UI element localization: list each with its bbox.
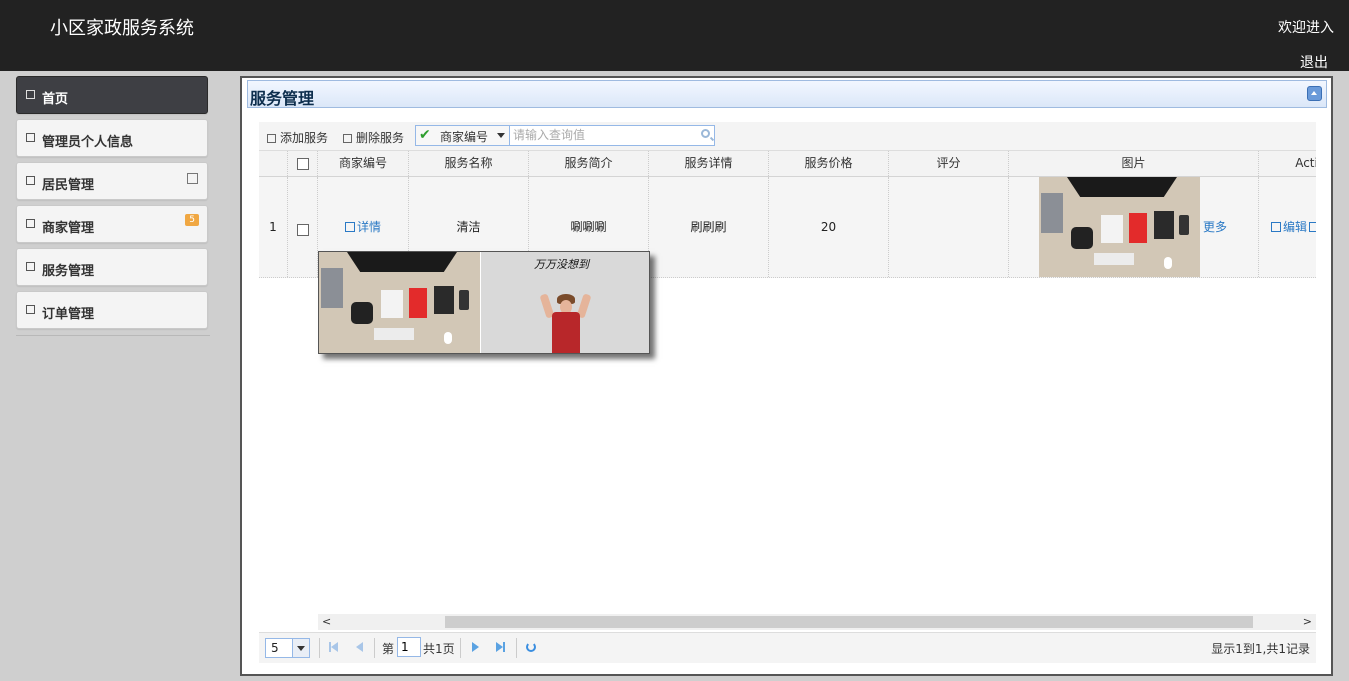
panel-header: 服务管理 xyxy=(247,80,1327,108)
row-number: 1 xyxy=(259,177,288,277)
grid-toolbar: 添加服务 删除服务 ✔ 商家编号 xyxy=(259,122,1316,151)
sidebar-item-label: 居民管理 xyxy=(42,178,95,193)
page-size-select[interactable]: 5 xyxy=(265,638,310,658)
sidebar-item-orders[interactable]: 订单管理 xyxy=(16,291,208,329)
last-page-icon[interactable] xyxy=(493,640,507,654)
detail-icon xyxy=(344,222,355,232)
detail-link[interactable]: 详情 xyxy=(344,220,381,234)
detail-link-label: 详情 xyxy=(356,220,381,234)
sidebar-item-residents[interactable]: 居民管理 xyxy=(16,162,208,200)
price-cell: 20 xyxy=(769,177,889,277)
service-panel: 服务管理 添加服务 删除服务 ✔ 商家编号 请输入查询值 商家编号 服务名称 服… xyxy=(240,76,1333,676)
search-icon[interactable] xyxy=(701,129,710,138)
action-cell: 编辑 xyxy=(1259,177,1316,277)
service-detail-cell: 刷刷刷 xyxy=(649,177,769,277)
menu-icon xyxy=(26,90,35,99)
column-header[interactable]: 服务简介 xyxy=(529,151,649,176)
first-page-icon[interactable] xyxy=(327,640,341,654)
sidebar-item-label: 商家管理 xyxy=(42,221,95,236)
refresh-icon[interactable] xyxy=(524,640,538,654)
app-title: 小区家政服务系统 xyxy=(50,18,194,39)
column-header[interactable]: 评分 xyxy=(889,151,1009,176)
chevron-down-icon[interactable] xyxy=(292,639,309,657)
scroll-right-icon[interactable]: > xyxy=(1303,615,1312,628)
sidebar-item-services[interactable]: 服务管理 xyxy=(16,248,208,286)
pager-divider xyxy=(374,638,375,658)
search-box: ✔ 商家编号 xyxy=(415,125,715,146)
prev-page-icon[interactable] xyxy=(352,640,366,654)
pager-divider xyxy=(460,638,461,658)
select-all-header xyxy=(288,151,318,176)
menu-icon xyxy=(26,133,35,142)
menu-icon xyxy=(26,262,35,271)
edit-link[interactable]: 编辑 xyxy=(1271,177,1307,277)
image-preview-tooltip: 万万没想到 xyxy=(318,251,650,354)
add-service-label: 添加服务 xyxy=(280,131,329,145)
page-number-input[interactable] xyxy=(397,637,421,657)
panel-title: 服务管理 xyxy=(250,89,315,108)
column-header[interactable]: 服务名称 xyxy=(409,151,529,176)
sidebar-item-home[interactable]: 首页 xyxy=(16,76,208,114)
sidebar-item-merchants[interactable]: 商家管理 5 xyxy=(16,205,208,243)
scroll-left-icon[interactable]: < xyxy=(322,615,331,628)
column-header[interactable]: 服务价格 xyxy=(769,151,889,176)
delete-service-label: 删除服务 xyxy=(356,131,405,145)
column-header[interactable]: 图片 xyxy=(1009,151,1259,176)
table-header: 商家编号 服务名称 服务简介 服务详情 服务价格 评分 图片 Action xyxy=(259,151,1316,177)
next-page-icon[interactable] xyxy=(468,640,482,654)
sidebar-divider xyxy=(16,335,210,336)
top-bar: 小区家政服务系统 欢迎进入 退出 xyxy=(0,0,1349,71)
page-size-value: 5 xyxy=(271,641,279,655)
delete-row-icon[interactable] xyxy=(1309,222,1316,232)
expand-icon xyxy=(187,173,198,184)
pager-divider xyxy=(516,638,517,658)
horizontal-scrollbar[interactable]: < > xyxy=(318,614,1316,630)
preview-image-meme: 万万没想到 xyxy=(481,252,649,353)
page-info: 显示1到1,共1记录 xyxy=(1211,642,1310,656)
data-grid: 添加服务 删除服务 ✔ 商家编号 商家编号 服务名称 服务简介 xyxy=(259,122,1316,667)
page-total: 共1页 xyxy=(423,642,455,656)
add-service-button[interactable]: 添加服务 xyxy=(267,129,328,146)
pager-divider xyxy=(319,638,320,658)
row-checkbox[interactable] xyxy=(297,224,309,236)
menu-icon xyxy=(26,176,35,185)
chevron-down-icon xyxy=(497,133,505,138)
search-field-select[interactable]: ✔ 商家编号 xyxy=(416,126,510,145)
collapse-icon[interactable] xyxy=(1307,86,1322,101)
row-select-cell xyxy=(288,177,318,277)
select-all-checkbox[interactable] xyxy=(297,158,309,170)
meme-caption: 万万没想到 xyxy=(534,258,589,271)
menu-icon xyxy=(26,219,35,228)
welcome-text: 欢迎进入 xyxy=(1278,20,1334,36)
search-field-label: 商家编号 xyxy=(440,130,489,144)
logout-link[interactable]: 退出 xyxy=(1300,52,1328,72)
check-icon: ✔ xyxy=(419,127,431,143)
column-header[interactable]: Action xyxy=(1259,151,1316,176)
sidebar-item-label: 订单管理 xyxy=(42,307,95,322)
scroll-thumb[interactable] xyxy=(445,616,1253,628)
row-number-header xyxy=(259,151,288,176)
delete-icon xyxy=(343,134,352,143)
count-badge: 5 xyxy=(185,214,199,226)
page-prefix: 第 xyxy=(382,642,395,656)
service-image[interactable] xyxy=(1039,177,1200,277)
menu-icon xyxy=(26,305,35,314)
search-input[interactable] xyxy=(511,127,695,143)
sidebar: 首页 管理员个人信息 居民管理 商家管理 5 服务管理 订单管理 xyxy=(0,71,226,681)
add-icon xyxy=(267,134,276,143)
rating-cell xyxy=(889,177,1009,277)
delete-service-button[interactable]: 删除服务 xyxy=(343,129,404,146)
pagination-bar: 5 第 共1页 显示1到1,共1记录 xyxy=(259,632,1316,663)
preview-image xyxy=(319,252,480,353)
column-header[interactable]: 服务详情 xyxy=(649,151,769,176)
sidebar-item-label: 服务管理 xyxy=(42,264,95,279)
edit-link-label: 编辑 xyxy=(1283,220,1308,234)
image-cell: 更多 xyxy=(1009,177,1259,277)
edit-icon xyxy=(1271,222,1281,232)
more-link[interactable]: 更多 xyxy=(1203,177,1227,277)
sidebar-item-label: 管理员个人信息 xyxy=(42,135,134,150)
sidebar-item-label: 首页 xyxy=(42,92,69,107)
column-header[interactable]: 商家编号 xyxy=(318,151,409,176)
sidebar-item-admin-profile[interactable]: 管理员个人信息 xyxy=(16,119,208,157)
